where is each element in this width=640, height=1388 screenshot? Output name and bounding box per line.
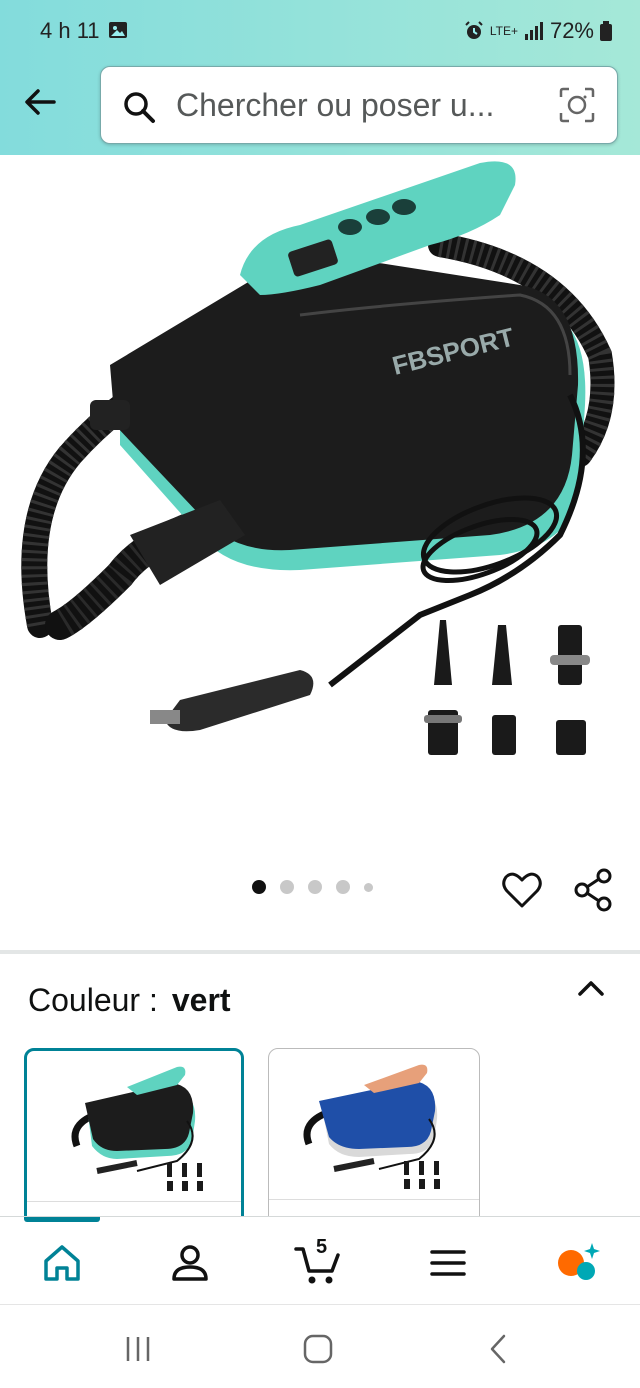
chevron-up-icon[interactable] [574,972,608,1006]
home-icon[interactable] [38,1239,86,1287]
rufus-assistant-icon[interactable] [554,1239,602,1287]
active-tab-indicator [24,1217,100,1222]
app-header: 4 h 11 LTE+ 72% Chercher ou poser u... [0,0,640,155]
status-right-group: LTE+ 72% [464,18,612,44]
carousel-dot[interactable] [364,882,373,892]
search-icon [124,92,155,123]
camera-lens-icon[interactable] [557,85,597,125]
swatch-separator [27,1201,241,1202]
carousel-dot[interactable] [280,880,294,894]
system-navigation-bar [0,1304,640,1388]
share-icon[interactable] [572,868,616,912]
cart-count-badge: 5 [316,1236,328,1258]
variation-label: Couleur : [28,982,158,1018]
account-icon[interactable] [166,1239,214,1287]
image-notification-icon [109,22,127,38]
status-bar: 4 h 11 LTE+ 72% [0,0,640,62]
carousel-dot[interactable] [252,880,266,894]
variation-value: vert [171,982,231,1018]
section-divider [0,950,640,954]
signal-icon [524,22,543,40]
bottom-navigation [0,1216,640,1304]
product-image-area[interactable]: FBSPORT [0,155,640,845]
color-swatch-bleu[interactable] [268,1048,480,1228]
home-button-icon[interactable] [300,1331,336,1367]
product-image: FBSPORT [21,161,615,755]
back-arrow-icon[interactable] [20,82,60,122]
carousel-dot[interactable] [308,880,322,894]
variation-selector-header: Couleur : vert [28,982,231,1019]
swatch-thumbnail-green [71,1066,203,1191]
recent-apps-icon[interactable] [120,1331,156,1367]
search-placeholder: Chercher ou poser u... [176,87,495,123]
battery-icon [600,21,612,41]
carousel-dot[interactable] [336,880,350,894]
status-time: 4 h 11 [40,18,100,43]
image-carousel-dots[interactable] [252,880,373,894]
swatch-thumbnail-blue [303,1064,440,1189]
alarm-icon [465,21,483,39]
menu-icon[interactable] [424,1239,472,1287]
battery-percent: 72% [549,18,594,43]
search-input[interactable]: Chercher ou poser u... [100,66,618,144]
swatch-separator [269,1199,479,1200]
system-back-icon[interactable] [480,1331,516,1367]
network-type: LTE+ [489,24,518,38]
color-swatch-vert[interactable] [24,1048,244,1228]
heart-icon[interactable] [500,868,544,912]
